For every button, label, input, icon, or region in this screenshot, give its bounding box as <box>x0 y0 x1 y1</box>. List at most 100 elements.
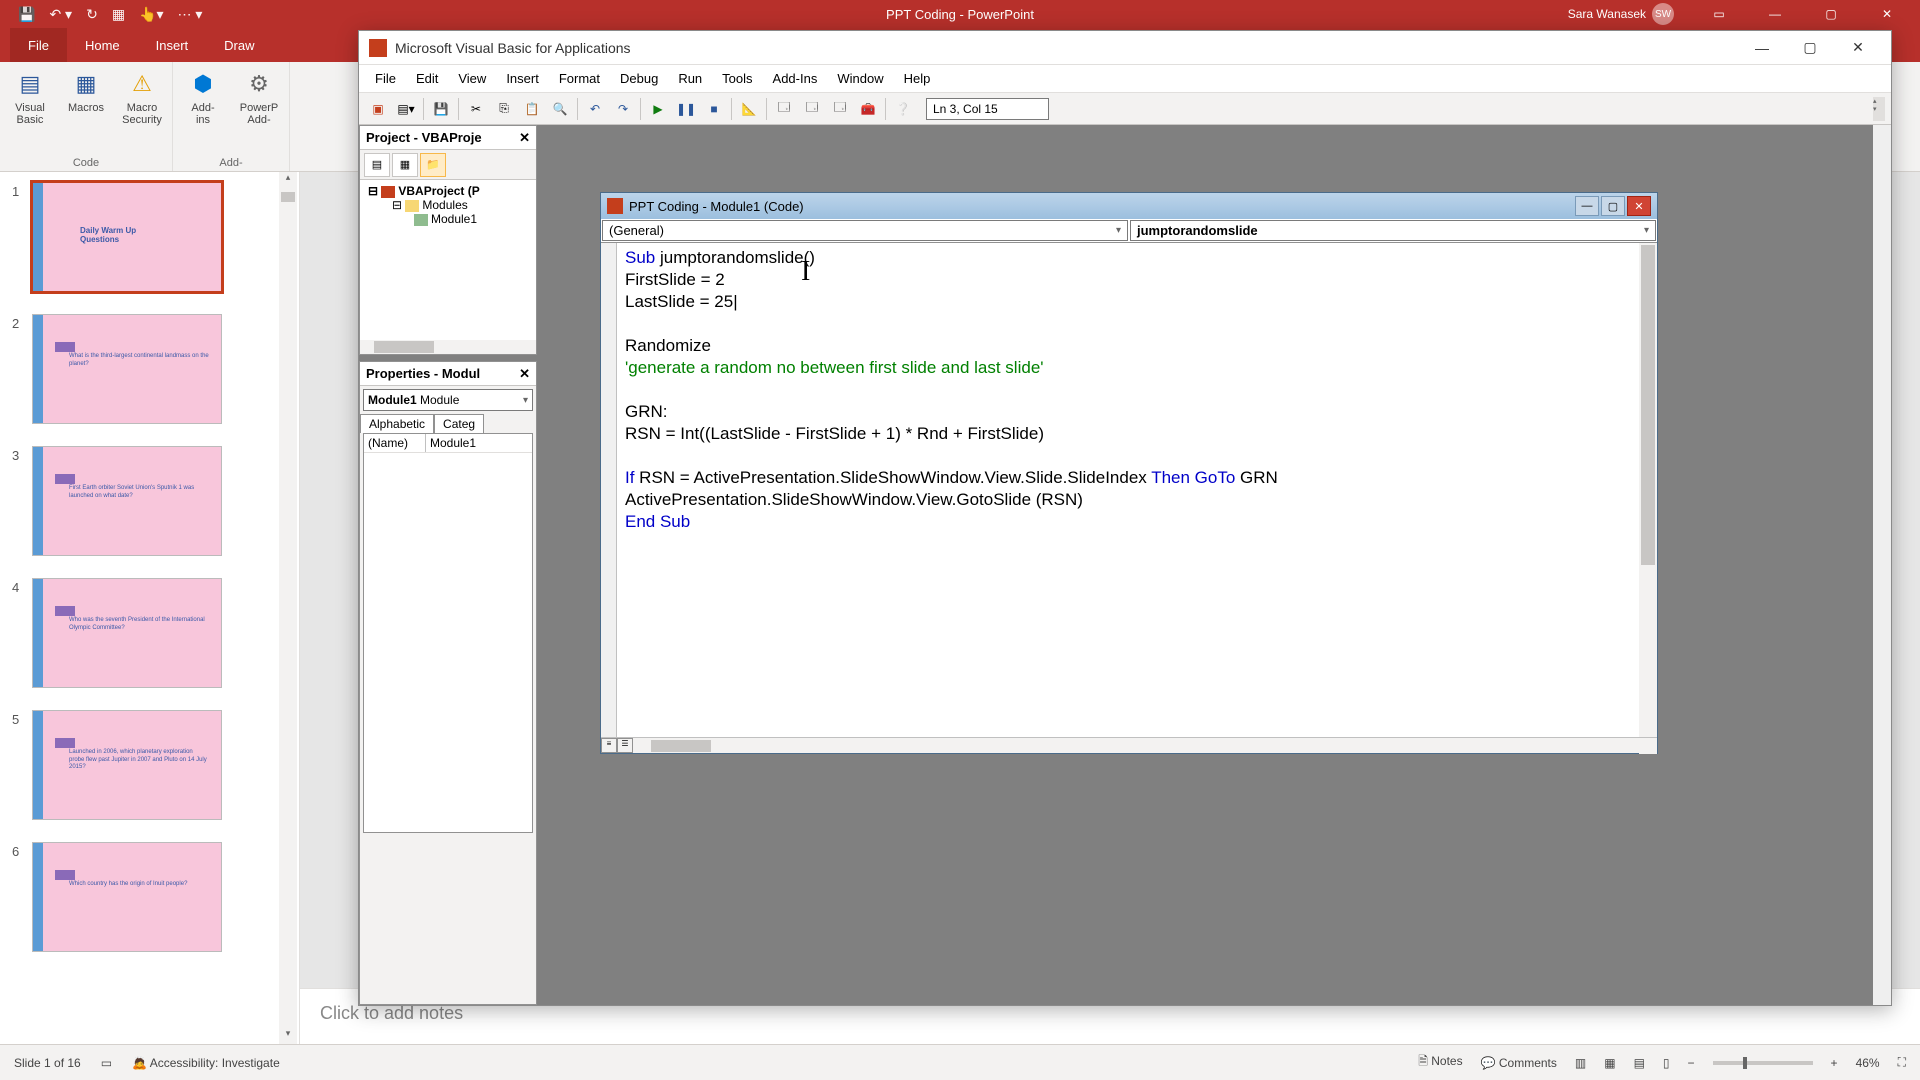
vba-minimize-button[interactable]: — <box>1739 33 1785 63</box>
menu-addins[interactable]: Add-Ins <box>765 69 826 88</box>
slide-thumbnail-5[interactable]: 5Launched in 2006, which planetary explo… <box>12 710 287 820</box>
menu-debug[interactable]: Debug <box>612 69 666 88</box>
project-explorer-close-icon[interactable]: ✕ <box>519 130 530 146</box>
code-vscrollbar[interactable] <box>1639 243 1657 737</box>
close-icon[interactable]: ✕ <box>1864 0 1910 28</box>
slide-thumbnail-2[interactable]: 2What is the third-largest continental l… <box>12 314 287 424</box>
code-maximize-button[interactable]: ▢ <box>1601 196 1625 216</box>
reading-view-icon[interactable]: ▤ <box>1634 1056 1645 1070</box>
help-icon[interactable]: ❔ <box>890 97 916 121</box>
slideshow-icon[interactable]: ▦ <box>112 6 125 23</box>
tab-draw[interactable]: Draw <box>206 28 272 62</box>
properties-tab-categorized[interactable]: Categ <box>434 414 484 433</box>
tab-home[interactable]: Home <box>67 28 138 62</box>
menu-help[interactable]: Help <box>896 69 939 88</box>
zoom-slider[interactable] <box>1713 1061 1813 1065</box>
menu-file[interactable]: File <box>367 69 404 88</box>
addins-button[interactable]: ⬢ Add- ins <box>183 68 223 126</box>
run-icon[interactable]: ▶ <box>645 97 671 121</box>
object-browser-icon[interactable]: 🗔 <box>827 97 853 121</box>
toggle-folders-icon[interactable]: 📁 <box>420 153 446 177</box>
redo-icon[interactable]: ↻ <box>86 6 98 23</box>
design-mode-icon[interactable]: 📐 <box>736 97 762 121</box>
tab-file[interactable]: File <box>10 28 67 62</box>
copy-icon[interactable]: ⎘ <box>491 97 517 121</box>
layout-icon[interactable]: ▭ <box>101 1056 112 1070</box>
procedure-view-icon[interactable]: ≡ <box>601 738 617 753</box>
view-powerpoint-icon[interactable]: ▣ <box>365 97 391 121</box>
property-name-value[interactable]: Module1 <box>426 434 480 452</box>
vba-titlebar[interactable]: Microsoft Visual Basic for Applications … <box>359 31 1891 65</box>
macros-button[interactable]: ▦ Macros <box>66 68 106 126</box>
slide-thumbnail-4[interactable]: 4Who was the seventh President of the In… <box>12 578 287 688</box>
slide-thumbnail-3[interactable]: 3First Earth orbiter Soviet Union's Sput… <box>12 446 287 556</box>
zoom-out-icon[interactable]: − <box>1688 1056 1695 1070</box>
menu-format[interactable]: Format <box>551 69 608 88</box>
visual-basic-button[interactable]: ▤ Visual Basic <box>10 68 50 126</box>
vba-maximize-button[interactable]: ▢ <box>1787 33 1833 63</box>
code-hscrollbar[interactable]: ≡ ☰ <box>601 737 1657 753</box>
normal-view-icon[interactable]: ▥ <box>1575 1056 1586 1070</box>
maximize-icon[interactable]: ▢ <box>1808 0 1854 28</box>
slide-thumbnail-6[interactable]: 6Which country has the origin of Inuit p… <box>12 842 287 952</box>
properties-icon[interactable]: 🗔 <box>799 97 825 121</box>
user-account[interactable]: Sara Wanasek SW <box>1568 3 1674 25</box>
cut-icon[interactable]: ✂ <box>463 97 489 121</box>
properties-grid[interactable]: (Name) Module1 <box>363 433 533 833</box>
properties-object-combo[interactable]: Module1 Module ▾ <box>363 389 533 411</box>
full-module-view-icon[interactable]: ☰ <box>617 738 633 753</box>
menu-run[interactable]: Run <box>670 69 710 88</box>
menu-window[interactable]: Window <box>829 69 891 88</box>
toolbar-overflow-icon[interactable]: ▴▾ <box>1873 97 1885 121</box>
save-icon[interactable]: 💾 <box>18 6 35 23</box>
undo-icon[interactable]: ↶ <box>582 97 608 121</box>
code-procedure-combo[interactable]: jumptorandomslide▾ <box>1130 220 1656 241</box>
properties-tab-alphabetic[interactable]: Alphabetic <box>360 414 434 433</box>
break-icon[interactable]: ❚❚ <box>673 97 699 121</box>
properties-title[interactable]: Properties - Modul ✕ <box>360 362 536 386</box>
find-icon[interactable]: 🔍 <box>547 97 573 121</box>
qat-more-icon[interactable]: ⋯ ▾ <box>178 6 203 23</box>
properties-close-icon[interactable]: ✕ <box>519 366 530 382</box>
project-hscrollbar[interactable] <box>360 340 536 354</box>
vba-close-button[interactable]: ✕ <box>1835 33 1881 63</box>
vba-mdi-vscrollbar[interactable] <box>1873 125 1891 1005</box>
tab-insert[interactable]: Insert <box>138 28 207 62</box>
touch-icon[interactable]: 👆▾ <box>139 6 163 23</box>
accessibility-status[interactable]: 🙇 Accessibility: Investigate <box>132 1056 280 1070</box>
fit-to-window-icon[interactable]: ⛶ <box>1898 1055 1906 1070</box>
code-margin[interactable] <box>601 243 617 737</box>
view-object-icon[interactable]: ▦ <box>392 153 418 177</box>
slide-panel-scrollbar[interactable]: ▴ ▾ <box>279 172 297 1044</box>
redo-icon[interactable]: ↷ <box>610 97 636 121</box>
insert-module-icon[interactable]: ▤▾ <box>393 97 419 121</box>
macro-security-button[interactable]: ⚠ Macro Security <box>122 68 162 126</box>
zoom-value[interactable]: 46% <box>1856 1056 1880 1070</box>
code-editor[interactable]: Sub jumptorandomslide() FirstSlide = 2 L… <box>601 243 1657 737</box>
code-window-titlebar[interactable]: PPT Coding - Module1 (Code) — ▢ ✕ <box>601 193 1657 219</box>
notes-toggle[interactable]: 🗎 Notes <box>1418 1052 1462 1073</box>
minimize-icon[interactable]: — <box>1752 0 1798 28</box>
ppt-addins-button[interactable]: ⚙ PowerP Add- <box>239 68 279 126</box>
code-object-combo[interactable]: (General)▾ <box>602 220 1128 241</box>
undo-icon[interactable]: ↶ ▾ <box>49 6 72 23</box>
code-close-button[interactable]: ✕ <box>1627 196 1651 216</box>
zoom-in-icon[interactable]: + <box>1831 1056 1838 1070</box>
ribbon-display-options-icon[interactable]: ▭ <box>1696 0 1742 28</box>
code-minimize-button[interactable]: — <box>1575 196 1599 216</box>
menu-edit[interactable]: Edit <box>408 69 446 88</box>
slide-counter[interactable]: Slide 1 of 16 <box>14 1056 81 1070</box>
menu-view[interactable]: View <box>450 69 494 88</box>
toolbox-icon[interactable]: 🧰 <box>855 97 881 121</box>
slideshow-view-icon[interactable]: ▯ <box>1663 1056 1670 1070</box>
menu-tools[interactable]: Tools <box>714 69 760 88</box>
save-icon[interactable]: 💾 <box>428 97 454 121</box>
project-explorer-title[interactable]: Project - VBAProje ✕ <box>360 126 536 150</box>
paste-icon[interactable]: 📋 <box>519 97 545 121</box>
slide-sorter-icon[interactable]: ▦ <box>1604 1056 1615 1070</box>
project-tree[interactable]: ⊟ VBAProject (P ⊟ Modules Module1 <box>360 180 536 340</box>
reset-icon[interactable]: ■ <box>701 97 727 121</box>
comments-toggle[interactable]: 💬 Comments <box>1481 1056 1557 1070</box>
menu-insert[interactable]: Insert <box>498 69 547 88</box>
project-explorer-icon[interactable]: 🗔 <box>771 97 797 121</box>
